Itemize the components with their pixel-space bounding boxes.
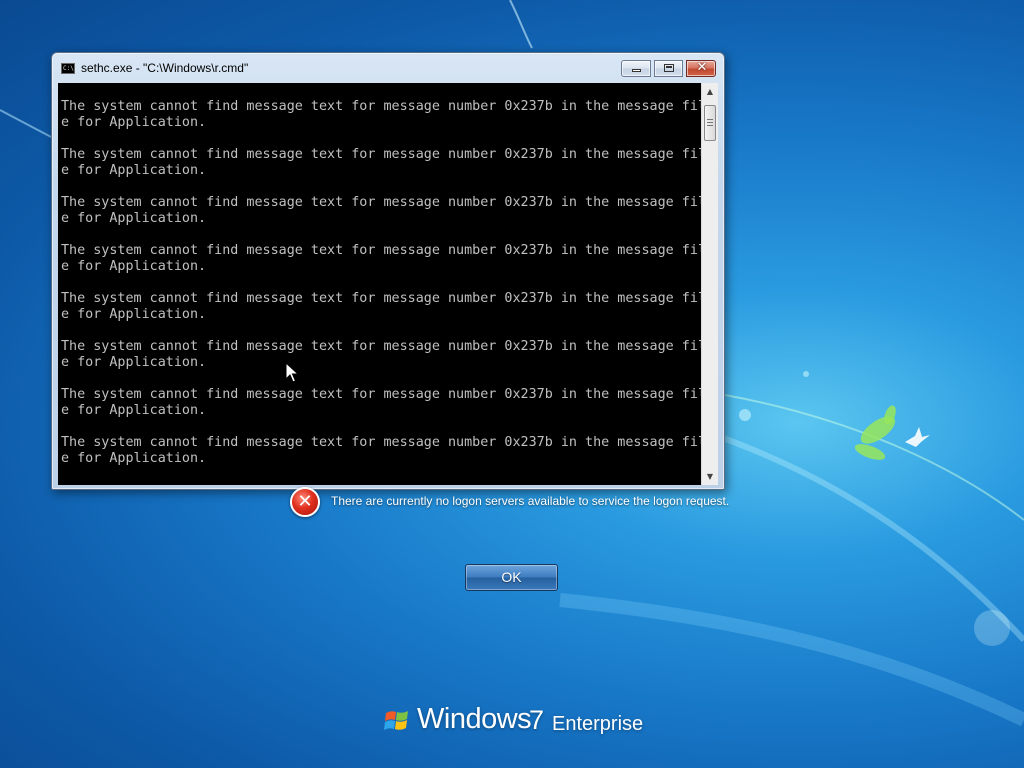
close-icon: ✕ — [696, 60, 708, 75]
logon-error-message: There are currently no logon servers ava… — [331, 494, 730, 508]
windows-flag-icon — [384, 711, 408, 730]
maximize-button[interactable] — [654, 60, 683, 77]
console-window[interactable]: C:\ sethc.exe - "C:\Windows\r.cmd" ✕ The… — [51, 52, 725, 490]
console-client-area[interactable]: The system cannot find message text for … — [58, 83, 718, 485]
scroll-thumb[interactable] — [704, 105, 716, 141]
vertical-scrollbar[interactable]: ▲ ▼ — [701, 83, 718, 485]
leaf-decoration — [854, 405, 896, 460]
scroll-up-arrow-icon[interactable]: ▲ — [702, 83, 718, 100]
console-line: The system cannot find message text for … — [61, 435, 701, 450]
brand-version: 7 — [529, 705, 545, 735]
ok-button[interactable]: OK — [465, 564, 558, 591]
scroll-down-arrow-icon[interactable]: ▼ — [702, 468, 718, 485]
brand-edition: Enterprise — [552, 713, 644, 735]
console-line: The system cannot find message text for … — [61, 147, 701, 162]
desktop: C:\ sethc.exe - "C:\Windows\r.cmd" ✕ The… — [0, 0, 1024, 768]
console-line: The system cannot find message text for … — [61, 339, 701, 354]
minimize-button[interactable] — [621, 60, 651, 77]
console-line: e for Application. — [61, 259, 207, 274]
maximize-icon — [664, 64, 674, 72]
console-output[interactable]: The system cannot find message text for … — [61, 99, 701, 467]
console-line: e for Application. — [61, 307, 207, 322]
console-line: e for Application. — [61, 451, 207, 466]
brand-windows: Windows — [417, 703, 532, 735]
console-icon: C:\ — [61, 63, 75, 74]
console-line: The system cannot find message text for … — [61, 291, 701, 306]
console-titlebar[interactable]: C:\ sethc.exe - "C:\Windows\r.cmd" ✕ — [52, 53, 724, 83]
window-title: sethc.exe - "C:\Windows\r.cmd" — [81, 61, 249, 75]
console-line: The system cannot find message text for … — [61, 195, 701, 210]
console-line: The system cannot find message text for … — [61, 99, 701, 114]
console-line: e for Application. — [61, 115, 207, 130]
error-icon: ✕ — [290, 487, 320, 517]
console-line: e for Application. — [61, 355, 207, 370]
console-line: e for Application. — [61, 403, 207, 418]
minimize-icon — [632, 69, 641, 72]
close-button[interactable]: ✕ — [686, 60, 716, 77]
console-line: e for Application. — [61, 163, 207, 178]
console-line: The system cannot find message text for … — [61, 243, 701, 258]
bird-decoration — [905, 427, 930, 447]
console-line: e for Application. — [61, 211, 207, 226]
console-line: The system cannot find message text for … — [61, 387, 701, 402]
mouse-pointer-icon — [285, 362, 299, 383]
